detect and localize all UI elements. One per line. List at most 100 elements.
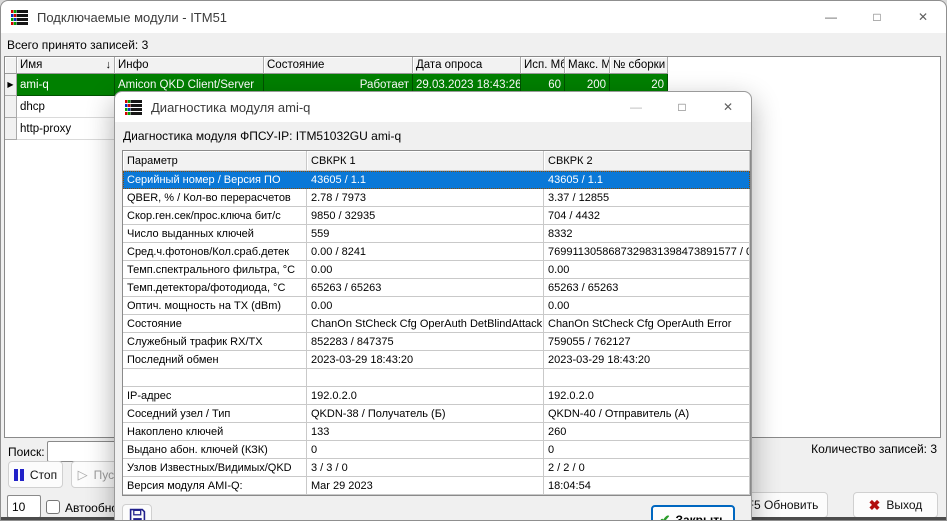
param-label: Узлов Известных/Видимых/QKD bbox=[123, 459, 307, 477]
diag-row[interactable]: Темп.спектрального фильтра, °С0.000.00 bbox=[123, 261, 750, 279]
diag-row[interactable]: Скор.ген.сек/прос.ключа бит/с9850 / 3293… bbox=[123, 207, 750, 225]
dialog-maximize-icon[interactable]: □ bbox=[659, 92, 705, 122]
column-header[interactable]: Дата опроса bbox=[413, 57, 521, 74]
column-header-label: Дата опроса bbox=[416, 59, 517, 71]
column-header[interactable]: Состояние bbox=[264, 57, 413, 74]
param-value: 3.37 / 12855 bbox=[544, 189, 750, 207]
diag-row[interactable]: Серийный номер / Версия ПО43605 / 1.1436… bbox=[123, 171, 750, 189]
param-value: QKDN-38 / Получатель (Б) bbox=[307, 405, 544, 423]
diag-column-header[interactable]: СВКРК 1 bbox=[307, 151, 544, 171]
dialog-window-controls: — □ ✕ bbox=[613, 92, 751, 122]
param-value: 704 / 4432 bbox=[544, 207, 750, 225]
diagnostics-dialog: Диагностика модуля ami-q — □ ✕ Диагности… bbox=[114, 91, 752, 521]
param-value: 0.00 bbox=[544, 297, 750, 315]
header-gutter bbox=[5, 57, 17, 74]
save-icon bbox=[129, 508, 146, 521]
param-label: IP-адрес bbox=[123, 387, 307, 405]
diag-row[interactable]: QBER, % / Кол-во перерасчетов2.78 / 7973… bbox=[123, 189, 750, 207]
close-icon[interactable]: ✕ bbox=[900, 1, 946, 33]
records-count-label: Количество записей: 3 bbox=[811, 442, 937, 456]
exit-button[interactable]: ✖ Выход bbox=[853, 492, 938, 518]
param-value: 0.00 / 8241 bbox=[307, 243, 544, 261]
diag-row[interactable]: IP-адрес192.0.2.0192.0.2.0 bbox=[123, 387, 750, 405]
diag-row[interactable]: Версия модуля AMI-Q:Mar 29 202318:04:54 bbox=[123, 477, 750, 495]
param-label: Состояние bbox=[123, 315, 307, 333]
param-label: QBER, % / Кол-во перерасчетов bbox=[123, 189, 307, 207]
modules-table-header: Имя↓Инфо СостояниеДата опроса Исп. МбМакс.… bbox=[5, 57, 940, 74]
param-value bbox=[307, 369, 544, 387]
close-dialog-button-label: Закрыть bbox=[675, 513, 726, 521]
records-total-label: Всего принято записей: 3 bbox=[7, 38, 148, 52]
param-value: ChanOn StCheck Cfg OperAuth DetBlindAtta… bbox=[307, 315, 544, 333]
diag-row[interactable]: Выдано абон. ключей (КЗК)00 bbox=[123, 441, 750, 459]
diagnostics-table: ПараметрСВКРК 1СВКРК 2 Серийный номер / … bbox=[122, 150, 751, 496]
param-value: ChanOn StCheck Cfg OperAuth Error bbox=[544, 315, 750, 333]
diag-row[interactable]: Последний обмен2023-03-29 18:43:202023-0… bbox=[123, 351, 750, 369]
diag-row[interactable]: Узлов Известных/Видимых/QKD3 / 3 / 02 / … bbox=[123, 459, 750, 477]
column-header-label: Инфо bbox=[118, 59, 260, 71]
param-label bbox=[123, 369, 307, 387]
diag-row[interactable]: Накоплено ключей133260 bbox=[123, 423, 750, 441]
column-header-label: Исп. Мб bbox=[524, 59, 565, 71]
diag-row[interactable]: Темп.детектора/фотодиода, °С65263 / 6526… bbox=[123, 279, 750, 297]
param-label: Число выданных ключей bbox=[123, 225, 307, 243]
param-value: 18:04:54 bbox=[544, 477, 750, 495]
play-icon: ▷ bbox=[78, 467, 88, 483]
dialog-titlebar[interactable]: Диагностика модуля ami-q — □ ✕ bbox=[115, 92, 751, 122]
param-value: Mar 29 2023 bbox=[307, 477, 544, 495]
row-gutter bbox=[5, 96, 17, 118]
param-value: 2 / 2 / 0 bbox=[544, 459, 750, 477]
save-button[interactable] bbox=[122, 504, 152, 521]
param-label: Сред.ч.фотонов/Кол.сраб.детек bbox=[123, 243, 307, 261]
diag-row[interactable]: Служебный трафик RX/TX852283 / 847375759… bbox=[123, 333, 750, 351]
stop-button[interactable]: Стоп bbox=[8, 461, 63, 488]
main-titlebar[interactable]: Подключаемые модули - ITM51 — □ ✕ bbox=[1, 1, 946, 33]
minimize-icon[interactable]: — bbox=[808, 1, 854, 33]
maximize-icon[interactable]: □ bbox=[854, 1, 900, 33]
autorefresh-checkbox[interactable] bbox=[46, 500, 60, 514]
diag-column-header[interactable]: СВКРК 2 bbox=[544, 151, 750, 171]
row-marker-icon: ▶ bbox=[5, 74, 17, 96]
column-header[interactable]: Инфо bbox=[115, 57, 264, 74]
param-value: 2.78 / 7973 bbox=[307, 189, 544, 207]
param-value: 559 bbox=[307, 225, 544, 243]
exit-button-label: Выход bbox=[886, 498, 922, 512]
diag-row[interactable]: Число выданных ключей5598332 bbox=[123, 225, 750, 243]
param-label: Накоплено ключей bbox=[123, 423, 307, 441]
param-value: 3 / 3 / 0 bbox=[307, 459, 544, 477]
param-value: 192.0.2.0 bbox=[307, 387, 544, 405]
diag-row[interactable]: Оптич. мощность на TX (dBm)0.000.00 bbox=[123, 297, 750, 315]
diag-row[interactable] bbox=[123, 369, 750, 387]
column-header-label: Имя bbox=[20, 59, 104, 71]
main-window: Подключаемые модули - ITM51 — □ ✕ Всего … bbox=[0, 0, 947, 521]
close-dialog-button[interactable]: ✔ Закрыть bbox=[651, 505, 735, 521]
window-controls: — □ ✕ bbox=[808, 1, 946, 33]
dialog-minimize-icon[interactable]: — bbox=[613, 92, 659, 122]
column-header[interactable]: Макс. Мб bbox=[565, 57, 610, 74]
param-value: QKDN-40 / Отправитель (А) bbox=[544, 405, 750, 423]
diag-row[interactable]: СостояниеChanOn StCheck Cfg OperAuth Det… bbox=[123, 315, 750, 333]
param-label: Серийный номер / Версия ПО bbox=[123, 171, 307, 189]
column-header-label: № сборки bbox=[613, 59, 665, 71]
diag-row[interactable]: Сред.ч.фотонов/Кол.сраб.детек0.00 / 8241… bbox=[123, 243, 750, 261]
dialog-close-icon[interactable]: ✕ bbox=[705, 92, 751, 122]
column-header[interactable]: Исп. Мб bbox=[521, 57, 565, 74]
param-value: 43605 / 1.1 bbox=[307, 171, 544, 189]
diag-row[interactable]: Соседний узел / ТипQKDN-38 / Получатель … bbox=[123, 405, 750, 423]
param-value: 0.00 bbox=[307, 297, 544, 315]
param-value: 2023-03-29 18:43:20 bbox=[307, 351, 544, 369]
diag-table-body: Серийный номер / Версия ПО43605 / 1.1436… bbox=[123, 171, 750, 495]
table-cell: http-proxy bbox=[17, 118, 115, 140]
param-value: 2023-03-29 18:43:20 bbox=[544, 351, 750, 369]
interval-input[interactable] bbox=[7, 495, 41, 518]
column-header[interactable]: № сборки bbox=[610, 57, 668, 74]
param-label: Соседний узел / Тип bbox=[123, 405, 307, 423]
param-label: Последний обмен bbox=[123, 351, 307, 369]
param-value: 0 bbox=[544, 441, 750, 459]
app-icon bbox=[11, 10, 28, 25]
param-value: 133 bbox=[307, 423, 544, 441]
column-header[interactable]: Имя↓ bbox=[17, 57, 115, 74]
param-value: 192.0.2.0 bbox=[544, 387, 750, 405]
diag-column-header[interactable]: Параметр bbox=[123, 151, 307, 171]
param-value: 260 bbox=[544, 423, 750, 441]
